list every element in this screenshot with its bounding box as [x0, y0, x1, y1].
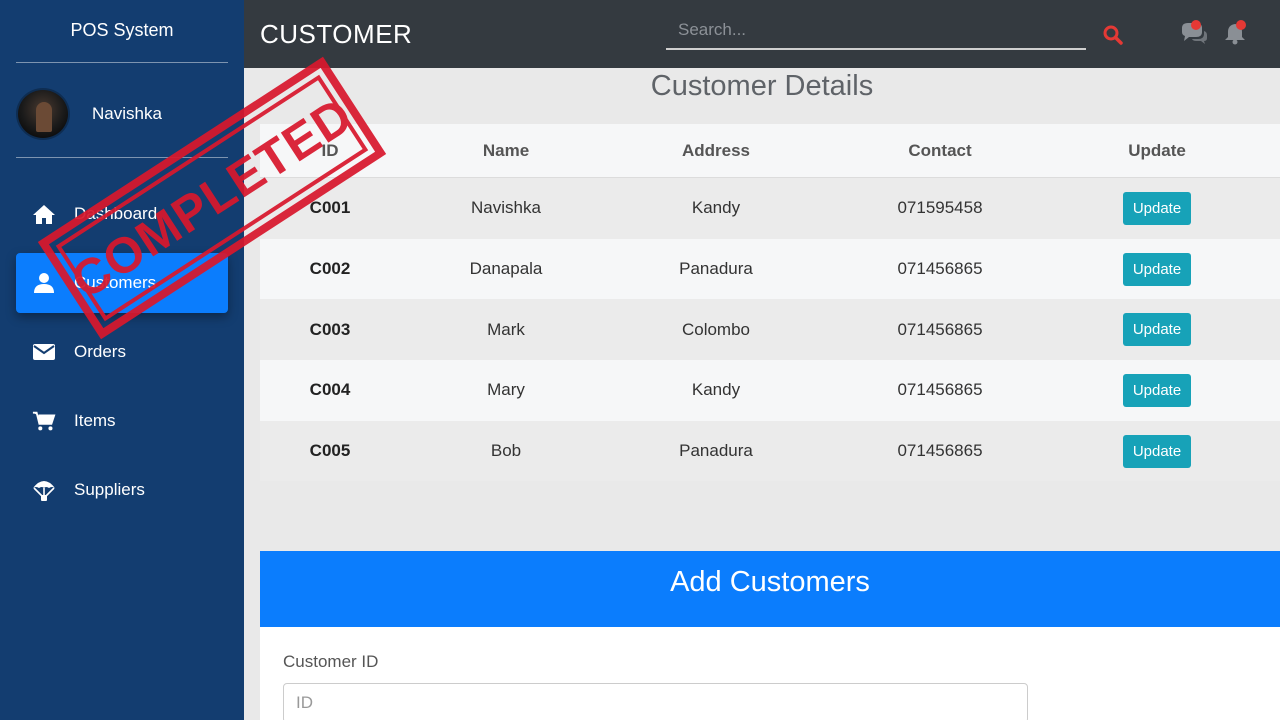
cell-name: Danapala [469, 259, 543, 279]
page-title: CUSTOMER [260, 19, 413, 49]
cell-update: Update [1060, 252, 1254, 286]
user-profile[interactable]: Navishka [16, 88, 162, 140]
column-header-update: Update [1128, 140, 1186, 160]
cart-icon [32, 409, 56, 433]
add-customers-title: Add Customers [260, 551, 1280, 627]
cell-update: Update [1060, 313, 1254, 347]
sidebar: POS System Navishka Dashboard Customers … [0, 0, 244, 720]
user-name: Navishka [92, 104, 162, 123]
column-header-name: Name [482, 140, 530, 160]
customer-id-label: Customer ID [283, 652, 379, 671]
search-input[interactable] [666, 12, 1086, 48]
table-header: ID Name Address Contact Update [260, 124, 1280, 178]
cell-address: Kandy [691, 198, 741, 218]
sidebar-divider [16, 62, 228, 63]
table-row: C004 Mary Kandy 071456865 Update [260, 360, 1280, 421]
column-header-contact: Contact [908, 140, 972, 160]
cell-address: Panadura [679, 441, 753, 461]
chat-icon[interactable] [1180, 20, 1208, 46]
cell-update: Update [1060, 434, 1254, 468]
table-row: C005 Bob Panadura 071456865 Update [260, 420, 1280, 482]
sidebar-item-orders[interactable]: Orders [16, 322, 228, 382]
cell-contact: 071595458 [897, 198, 983, 218]
cell-name: Mary [487, 380, 525, 400]
update-button[interactable]: Update [1123, 313, 1191, 347]
cell-id: C005 [309, 441, 351, 461]
cell-contact: 071456865 [897, 259, 983, 279]
table-row: C002 Danapala Panadura 071456865 Update [260, 238, 1280, 300]
cell-name: Navishka [471, 198, 541, 218]
update-button[interactable]: Update [1123, 191, 1191, 225]
sidebar-item-suppliers[interactable]: Suppliers [16, 460, 228, 520]
table-row: C003 Mark Colombo 071456865 Update [260, 299, 1280, 361]
home-icon [32, 202, 56, 226]
parachute-icon [32, 478, 56, 502]
cell-address: Colombo [681, 319, 751, 339]
section-title: Customer Details [650, 70, 874, 102]
top-bar: CUSTOMER [244, 0, 1280, 68]
cell-name: Bob [490, 441, 522, 461]
cell-address: Panadura [679, 259, 753, 279]
sidebar-item-items[interactable]: Items [16, 391, 228, 451]
cell-name: Mark [487, 319, 525, 339]
brand-title: POS System [70, 20, 174, 40]
column-header-address: Address [681, 140, 751, 160]
search-box [666, 12, 1086, 50]
search-icon[interactable] [1102, 24, 1124, 46]
cell-contact: 071456865 [897, 319, 983, 339]
avatar[interactable] [16, 88, 70, 140]
customer-id-field[interactable] [283, 683, 1028, 720]
sidebar-item-label: Orders [74, 342, 126, 361]
cell-contact: 071456865 [897, 441, 983, 461]
cell-id: C002 [309, 259, 351, 279]
cell-update: Update [1060, 373, 1254, 407]
add-customer-panel: Add Customers Customer ID [260, 551, 1280, 720]
update-button[interactable]: Update [1123, 434, 1191, 468]
cell-address: Kandy [691, 380, 741, 400]
cell-contact: 071456865 [897, 380, 983, 400]
bell-icon[interactable] [1223, 20, 1251, 46]
sidebar-item-label: Items [74, 411, 116, 430]
user-icon [32, 271, 56, 295]
cell-id: C004 [309, 380, 351, 400]
cell-update: Update [1060, 191, 1254, 225]
envelope-icon [32, 340, 56, 364]
sidebar-item-label: Suppliers [74, 480, 145, 499]
update-button[interactable]: Update [1123, 252, 1191, 286]
cell-id: C003 [309, 319, 351, 339]
customer-table: ID Name Address Contact Update C001 Navi… [260, 124, 1280, 482]
update-button[interactable]: Update [1123, 373, 1191, 407]
table-row: C001 Navishka Kandy 071595458 Update [260, 178, 1280, 239]
